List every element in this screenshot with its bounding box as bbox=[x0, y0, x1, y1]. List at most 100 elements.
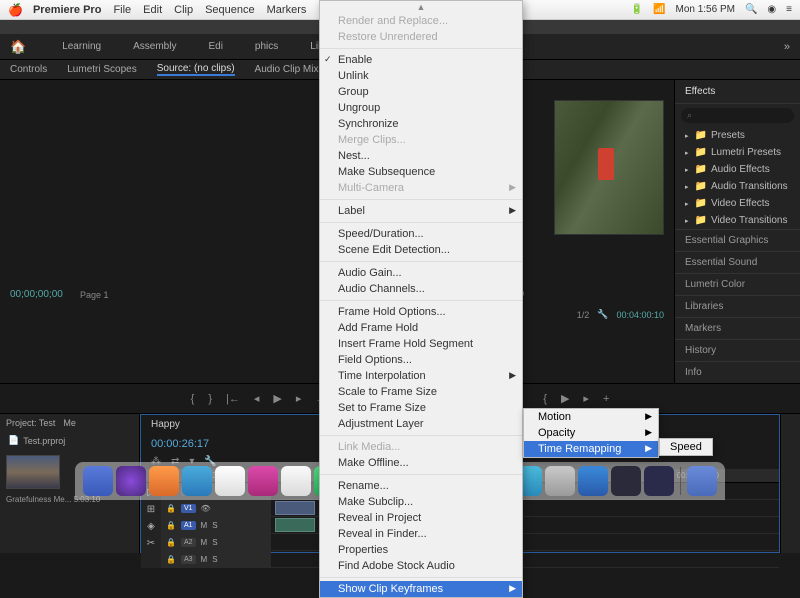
menu-item[interactable]: Group bbox=[320, 84, 522, 100]
menu-item[interactable]: Make Subsequence bbox=[320, 164, 522, 180]
menu-item[interactable]: Scene Edit Detection... bbox=[320, 242, 522, 258]
menu-item[interactable]: Synchronize bbox=[320, 116, 522, 132]
apple-icon[interactable]: 🍎 bbox=[8, 3, 23, 17]
tab-effect-controls[interactable]: Controls bbox=[10, 64, 47, 75]
program-scale[interactable]: 1/2 bbox=[577, 310, 590, 320]
submenu-item[interactable]: Time Remapping▶ bbox=[524, 441, 658, 457]
menu-item[interactable]: Frame Hold Options... bbox=[320, 304, 522, 320]
workspace-graphics[interactable]: phics bbox=[255, 41, 278, 52]
control-center-icon[interactable]: ◉ bbox=[767, 4, 776, 15]
mark-out-icon[interactable]: } bbox=[208, 393, 212, 405]
play-icon[interactable]: ▶ bbox=[273, 392, 281, 405]
folder-audio-trans[interactable]: 📁 Audio Transitions bbox=[675, 178, 800, 195]
menu-sequence[interactable]: Sequence bbox=[205, 4, 255, 16]
menu-item[interactable]: Reveal in Project bbox=[320, 510, 522, 526]
premiere-icon[interactable] bbox=[611, 466, 641, 496]
trash-icon[interactable] bbox=[687, 466, 717, 496]
menu-item[interactable]: Ungroup bbox=[320, 100, 522, 116]
menu-item[interactable]: Adjustment Layer bbox=[320, 416, 522, 432]
finder-icon[interactable] bbox=[83, 466, 113, 496]
menu-item[interactable]: Make Offline... bbox=[320, 455, 522, 471]
menu-item[interactable]: Show Clip Keyframes▶ bbox=[320, 581, 522, 597]
menu-item[interactable]: Audio Channels... bbox=[320, 281, 522, 297]
workspace-learning[interactable]: Learning bbox=[62, 41, 101, 52]
folder-lumetri[interactable]: 📁 Lumetri Presets bbox=[675, 144, 800, 161]
safari-icon[interactable] bbox=[182, 466, 212, 496]
menu-item[interactable]: Reveal in Finder... bbox=[320, 526, 522, 542]
panel-essential-graphics[interactable]: Essential Graphics bbox=[675, 229, 800, 251]
panel-lumetri-color[interactable]: Lumetri Color bbox=[675, 273, 800, 295]
mail-icon[interactable] bbox=[215, 466, 245, 496]
submenu-item[interactable]: Motion▶ bbox=[524, 409, 658, 425]
timeline-tc[interactable]: 00:00:26:17 bbox=[151, 438, 209, 450]
panel-markers[interactable]: Markers bbox=[675, 317, 800, 339]
app6-icon[interactable] bbox=[644, 466, 674, 496]
menu-item[interactable]: Add Frame Hold bbox=[320, 320, 522, 336]
menu-item[interactable]: Set to Frame Size bbox=[320, 400, 522, 416]
launchpad-icon[interactable] bbox=[149, 466, 179, 496]
tab-project[interactable]: Project: Test bbox=[6, 418, 55, 428]
menu-item[interactable]: Unlink bbox=[320, 68, 522, 84]
panel-libraries[interactable]: Libraries bbox=[675, 295, 800, 317]
video-clip[interactable] bbox=[275, 501, 315, 515]
track-select-icon[interactable]: ⊞ bbox=[147, 504, 155, 515]
siri-icon[interactable] bbox=[116, 466, 146, 496]
step-fwd-icon[interactable]: ▸ bbox=[296, 392, 302, 405]
prog-add-icon[interactable]: + bbox=[603, 393, 609, 405]
step-back-icon[interactable]: ◂ bbox=[254, 392, 260, 405]
tab-source[interactable]: Source: (no clips) bbox=[157, 63, 235, 76]
panel-essential-sound[interactable]: Essential Sound bbox=[675, 251, 800, 273]
goto-in-icon[interactable]: |← bbox=[226, 393, 240, 405]
menu-markers[interactable]: Markers bbox=[267, 4, 307, 16]
photos-icon[interactable] bbox=[281, 466, 311, 496]
tab-lumetri-scopes[interactable]: Lumetri Scopes bbox=[67, 64, 136, 75]
prog-mark-in-icon[interactable]: { bbox=[543, 393, 547, 405]
tab-media[interactable]: Me bbox=[63, 418, 76, 428]
menu-item[interactable]: Label▶ bbox=[320, 203, 522, 219]
folder-video-trans[interactable]: 📁 Video Transitions bbox=[675, 212, 800, 229]
effects-search[interactable]: ⌕ bbox=[681, 108, 794, 123]
menu-clip[interactable]: Clip bbox=[174, 4, 193, 16]
workspace-more[interactable]: » bbox=[784, 41, 790, 53]
sequence-name[interactable]: Happy bbox=[151, 419, 180, 430]
menu-icon[interactable]: ≡ bbox=[786, 4, 792, 15]
menu-item[interactable]: ✓Enable bbox=[320, 52, 522, 68]
menu-item[interactable]: Properties bbox=[320, 542, 522, 558]
folder-audio-fx[interactable]: 📁 Audio Effects bbox=[675, 161, 800, 178]
search-icon[interactable]: 🔍 bbox=[745, 4, 757, 15]
submenu2-item[interactable]: Speed bbox=[660, 439, 712, 455]
menu-item[interactable]: Nest... bbox=[320, 148, 522, 164]
clip-thumbnail[interactable] bbox=[6, 455, 60, 489]
audio-clip[interactable] bbox=[275, 518, 315, 532]
workspace-assembly[interactable]: Assembly bbox=[133, 41, 176, 52]
mark-in-icon[interactable]: { bbox=[191, 393, 195, 405]
menu-item[interactable]: Audio Gain... bbox=[320, 265, 522, 281]
razor-tool-icon[interactable]: ✂ bbox=[147, 538, 155, 549]
app5-icon[interactable] bbox=[578, 466, 608, 496]
source-pager[interactable]: Page 1 bbox=[80, 290, 109, 300]
menu-item[interactable]: Rename... bbox=[320, 478, 522, 494]
prog-step-fwd-icon[interactable]: ▸ bbox=[583, 392, 589, 405]
menu-item[interactable]: Speed/Duration... bbox=[320, 226, 522, 242]
menu-item[interactable]: Scale to Frame Size bbox=[320, 384, 522, 400]
submenu-item[interactable]: Opacity▶ bbox=[524, 425, 658, 441]
menu-item[interactable]: Make Subclip... bbox=[320, 494, 522, 510]
app4-icon[interactable] bbox=[545, 466, 575, 496]
home-icon[interactable]: 🏠 bbox=[10, 39, 26, 55]
ripple-tool-icon[interactable]: ◈ bbox=[147, 521, 155, 532]
menu-item[interactable]: Time Interpolation▶ bbox=[320, 368, 522, 384]
scroll-up-icon[interactable]: ▲ bbox=[320, 1, 522, 13]
menu-item[interactable]: Find Adobe Stock Audio bbox=[320, 558, 522, 574]
panel-info[interactable]: Info bbox=[675, 361, 800, 383]
folder-presets[interactable]: 📁 Presets bbox=[675, 127, 800, 144]
panel-history[interactable]: History bbox=[675, 339, 800, 361]
menu-edit[interactable]: Edit bbox=[143, 4, 162, 16]
music-icon[interactable] bbox=[248, 466, 278, 496]
project-bin[interactable]: 📄 Test.prproj bbox=[0, 432, 139, 449]
wrench-icon[interactable]: 🔧 bbox=[597, 309, 608, 320]
menu-file[interactable]: File bbox=[113, 4, 131, 16]
folder-video-fx[interactable]: 📁 Video Effects bbox=[675, 195, 800, 212]
workspace-editing[interactable]: Edi bbox=[208, 41, 222, 52]
prog-play-icon[interactable]: ▶ bbox=[561, 392, 569, 405]
menu-item[interactable]: Field Options... bbox=[320, 352, 522, 368]
